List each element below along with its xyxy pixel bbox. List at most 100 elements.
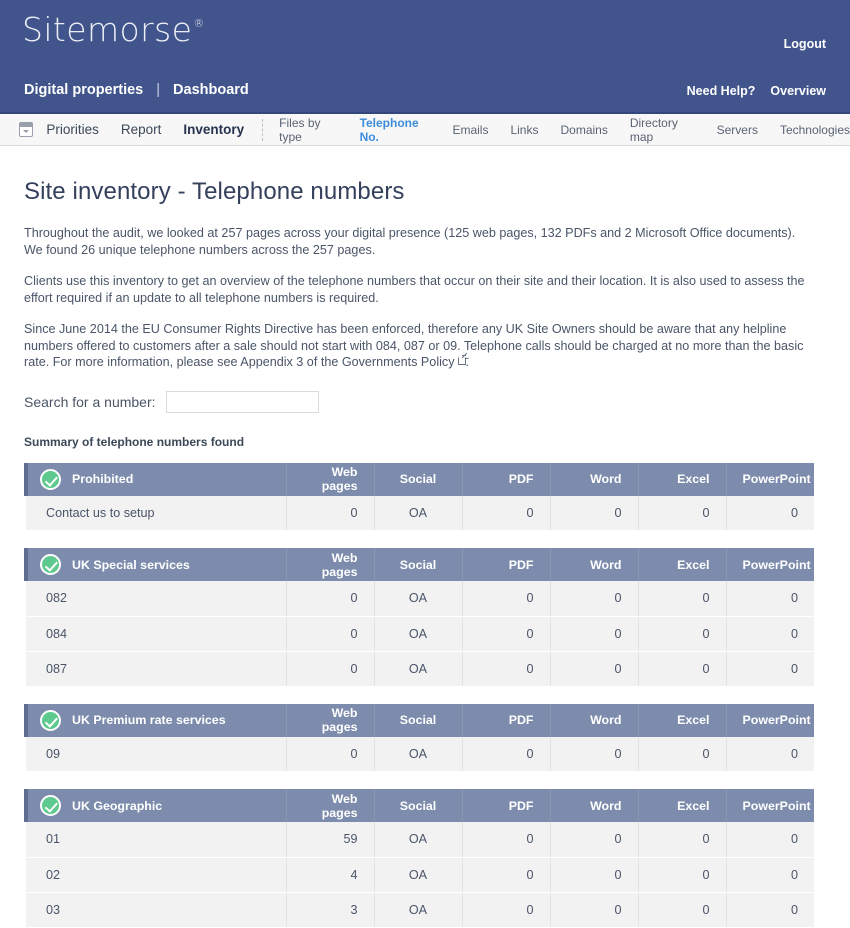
cell-number: 03 [26,892,286,928]
breadcrumb-digital-properties[interactable]: Digital properties [24,82,143,98]
nav-item-report[interactable]: Report [121,122,162,137]
cell-powerpoint: 0 [725,857,814,893]
column-header-social: Social [373,789,462,822]
sitemorse-logo[interactable]: Sitemorse® [22,10,205,49]
breadcrumb-dashboard[interactable]: Dashboard [173,82,249,98]
cell-excel: 0 [637,822,726,858]
column-header-word: Word [549,789,638,822]
cell-social: OA [373,857,462,893]
external-link-icon[interactable] [457,355,466,365]
subnav-item-emails[interactable]: Emails [452,123,488,137]
column-header-social: Social [373,548,462,581]
cell-powerpoint: 0 [725,581,814,617]
navigation-bar: Priorities Report Inventory Files by typ… [0,112,850,146]
cell-number: Contact us to setup [26,495,286,531]
cell-web-pages: 0 [285,495,374,531]
subnav-item-telephone-no[interactable]: Telephone No. [360,116,431,144]
search-input[interactable] [165,390,319,413]
subnav-item-files-by-type[interactable]: Files by type [279,116,337,144]
table-uk-geographic: UK Geographic Web pages Social PDF Word … [24,789,814,928]
column-header-powerpoint: PowerPoint [725,703,814,737]
search-label: Search for a number: [24,393,156,410]
cell-social: OA [373,616,462,652]
nav-item-inventory[interactable]: Inventory [183,122,244,137]
table-row[interactable]: 082 0 OA 0 0 0 0 [26,581,814,617]
column-header-web-pages: Web pages [285,462,374,496]
cell-word: 0 [549,822,638,858]
subnav-item-servers[interactable]: Servers [717,123,758,137]
column-header-powerpoint: PowerPoint [725,789,814,822]
overview-link[interactable]: Overview [770,84,826,98]
table-header-row: UK Special services Web pages Social PDF… [24,548,814,581]
subnav-item-domains[interactable]: Domains [560,123,607,137]
category-label: UK Premium rate services [72,713,226,727]
cell-web-pages: 0 [285,736,374,772]
cell-powerpoint: 0 [725,651,814,687]
table-row[interactable]: 02 4 OA 0 0 0 0 [26,857,814,893]
telephone-tables: Prohibited Web pages Social PDF Word Exc… [24,462,826,928]
cell-word: 0 [549,736,638,772]
table-category-header: UK Special services [24,548,286,581]
nav-item-priorities[interactable]: Priorities [46,122,99,137]
table-category-header: UK Geographic [24,789,286,822]
cell-word: 0 [549,495,638,531]
table-header-row: UK Premium rate services Web pages Socia… [24,703,814,737]
intro-paragraph-3-text: Since June 2014 the EU Consumer Rights D… [24,322,804,369]
check-circle-icon [40,554,61,575]
column-header-social: Social [373,703,462,737]
table-row[interactable]: 084 0 OA 0 0 0 0 [26,616,814,652]
table-row[interactable]: Contact us to setup 0 OA 0 0 0 0 [26,495,814,531]
cell-number: 082 [26,581,286,617]
cell-powerpoint: 0 [725,892,814,928]
top-brand-bar: Sitemorse® Logout Digital properties | D… [0,0,850,112]
table-header-row: UK Geographic Web pages Social PDF Word … [24,789,814,822]
cell-web-pages: 0 [285,616,374,652]
cell-word: 0 [549,651,638,687]
sub-nav: Files by type Telephone No. Emails Links… [279,116,850,144]
logo-text: Sitemorse [22,10,193,49]
category-label: UK Special services [72,557,190,572]
cell-number: 084 [26,616,286,652]
cell-social: OA [373,581,462,617]
column-header-web-pages: Web pages [285,703,374,737]
column-header-social: Social [373,462,462,496]
column-header-pdf: PDF [461,703,550,737]
cell-excel: 0 [637,651,726,687]
column-header-powerpoint: PowerPoint [725,548,814,581]
subnav-item-links[interactable]: Links [510,123,538,137]
table-prohibited: Prohibited Web pages Social PDF Word Exc… [24,462,814,531]
nav-divider [262,118,264,141]
cell-pdf: 0 [461,736,550,772]
column-header-excel: Excel [637,462,726,496]
cell-excel: 0 [637,581,726,617]
logout-link[interactable]: Logout [784,37,826,51]
subnav-item-directory-map[interactable]: Directory map [630,116,695,144]
cell-social: OA [373,651,462,687]
column-header-pdf: PDF [461,548,550,581]
table-row[interactable]: 01 59 OA 0 0 0 0 [26,822,814,858]
header-help-nav: Need Help? Overview [687,84,826,98]
cell-social: OA [373,736,462,772]
check-circle-icon [40,468,61,490]
cell-social: OA [373,892,462,928]
check-circle-icon [40,795,61,816]
cell-web-pages: 59 [285,822,374,858]
calendar-icon[interactable] [19,122,34,137]
column-header-word: Word [549,703,638,737]
cell-excel: 0 [637,892,726,928]
need-help-link[interactable]: Need Help? [687,84,756,98]
cell-web-pages: 0 [285,651,374,687]
main-content: Site inventory - Telephone numbers Throu… [0,178,850,928]
cell-word: 0 [549,616,638,652]
cell-social: OA [373,822,462,858]
table-row[interactable]: 09 0 OA 0 0 0 0 [26,736,814,772]
subnav-item-technologies[interactable]: Technologies [780,123,850,137]
cell-word: 0 [549,892,638,928]
registered-trademark-symbol: ® [193,17,205,30]
cell-pdf: 0 [461,822,550,858]
cell-pdf: 0 [461,581,550,617]
column-header-powerpoint: PowerPoint [725,462,814,496]
cell-social: OA [373,495,462,531]
table-row[interactable]: 087 0 OA 0 0 0 0 [26,651,814,687]
table-row[interactable]: 03 3 OA 0 0 0 0 [26,892,814,928]
